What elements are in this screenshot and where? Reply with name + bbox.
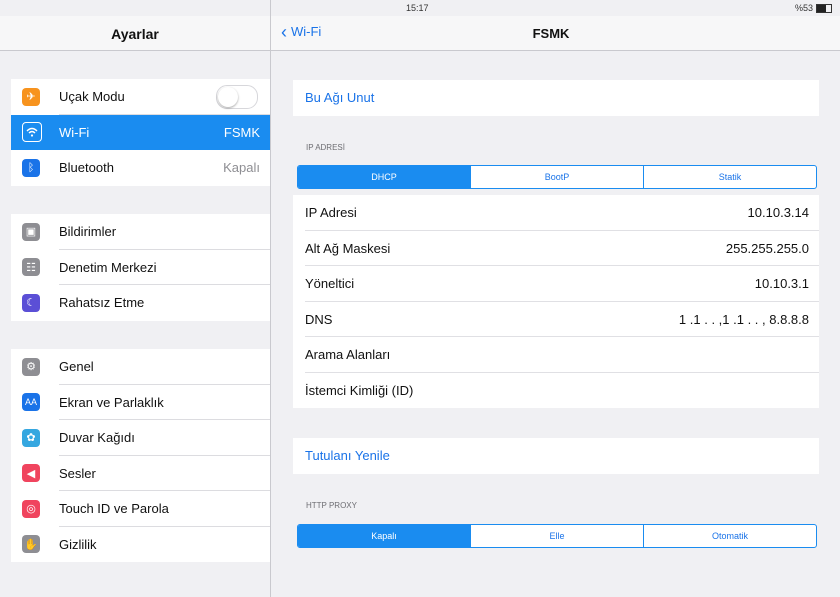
sidebar-item-bluetooth[interactable]: ᛒ Bluetooth Kapalı — [11, 150, 270, 186]
sidebar-group-general: ⚙ Genel AA Ekran ve Parlaklık ✿ Duvar Ka… — [11, 349, 270, 562]
detail-header: ‹ Wi-Fi FSMK — [271, 16, 840, 51]
bluetooth-status-value: Kapalı — [223, 160, 260, 176]
sidebar-item-airplane-mode[interactable]: ✈ Uçak Modu — [11, 79, 270, 115]
sidebar-item-label: Uçak Modu — [59, 89, 125, 105]
segment-dhcp[interactable]: DHCP — [298, 166, 470, 188]
forget-network-card: Bu Ağı Unut — [293, 80, 819, 116]
sidebar-item-control-center[interactable]: ☷ Denetim Merkezi — [11, 250, 270, 285]
fingerprint-icon: ◎ — [22, 499, 40, 518]
sidebar-item-wallpaper[interactable]: ✿ Duvar Kağıdı — [11, 420, 270, 456]
forget-network-button[interactable]: Bu Ağı Unut — [293, 80, 819, 116]
forget-network-label: Bu Ağı Unut — [305, 90, 375, 106]
segment-proxy-auto[interactable]: Otomatik — [643, 525, 816, 547]
sidebar-item-label: Bildirimler — [59, 224, 117, 240]
gear-icon: ⚙ — [22, 357, 40, 376]
search-domains-label: Arama Alanları — [305, 347, 391, 363]
ip-details-card: IP Adresi 10.10.3.14 Alt Ağ Maskesi 255.… — [293, 195, 819, 408]
battery-percent: %53 — [794, 3, 813, 13]
sidebar-item-label: Bluetooth — [59, 160, 114, 176]
sidebar-item-do-not-disturb[interactable]: ☾ Rahatsız Etme — [11, 285, 270, 321]
ip-address-label: IP Adresi — [305, 205, 357, 221]
proxy-mode-segmented-control[interactable]: Kapalı Elle Otomatik — [297, 524, 817, 548]
sidebar-item-privacy[interactable]: ✋ Gizlilik — [11, 527, 270, 563]
sidebar-title: Ayarlar — [111, 26, 159, 42]
ip-address-row: IP Adresi 10.10.3.14 — [293, 195, 819, 231]
clock: 15:17 — [406, 3, 429, 13]
ip-mode-segmented-control[interactable]: DHCP BootP Statik — [297, 165, 817, 189]
sidebar-item-label: Gizlilik — [59, 536, 97, 552]
sidebar-item-display-brightness[interactable]: AA Ekran ve Parlaklık — [11, 385, 270, 420]
proxy-section-title: HTTP PROXY — [306, 501, 357, 510]
dns-row[interactable]: DNS 1 .1 . . ,1 .1 . . , 8.8.8.8 — [293, 302, 819, 337]
sidebar-item-sounds[interactable]: ◀ Sesler — [11, 456, 270, 491]
sidebar-item-label: Duvar Kağıdı — [59, 430, 135, 446]
wifi-icon — [22, 122, 42, 143]
airplane-icon: ✈ — [22, 87, 40, 106]
router-row: Yöneltici 10.10.3.1 — [293, 266, 819, 302]
control-center-icon: ☷ — [22, 258, 40, 277]
renew-lease-button[interactable]: Tutulanı Yenile — [293, 438, 819, 474]
sidebar-item-label: Sesler — [59, 465, 96, 481]
segment-static[interactable]: Statik — [643, 166, 816, 188]
sidebar-item-label: Rahatsız Etme — [59, 295, 145, 311]
battery-icon — [816, 3, 832, 13]
sidebar-group-notifications: ▣ Bildirimler ☷ Denetim Merkezi ☾ Rahats… — [11, 214, 270, 321]
subnet-mask-label: Alt Ağ Maskesi — [305, 240, 391, 256]
dns-label: DNS — [305, 311, 333, 327]
ip-address-value: 10.10.3.14 — [747, 205, 809, 221]
page-title: FSMK — [532, 26, 570, 41]
sidebar-item-label: Denetim Merkezi — [59, 259, 157, 275]
client-id-row[interactable]: İstemci Kimliği (ID) — [293, 373, 819, 409]
sidebar-header: Ayarlar — [0, 16, 270, 51]
display-icon: AA — [22, 393, 40, 412]
subnet-mask-value: 255.255.255.0 — [725, 240, 809, 256]
segment-proxy-manual[interactable]: Elle — [470, 525, 643, 547]
moon-icon: ☾ — [22, 293, 40, 312]
sidebar-item-label: Touch ID ve Parola — [59, 501, 169, 517]
airplane-mode-toggle[interactable] — [216, 84, 258, 109]
sidebar-item-label: Ekran ve Parlaklık — [59, 394, 164, 410]
sidebar-item-notifications[interactable]: ▣ Bildirimler — [11, 214, 270, 250]
battery-indicator: %53 — [795, 3, 832, 13]
bluetooth-icon: ᛒ — [22, 158, 40, 177]
segment-proxy-off[interactable]: Kapalı — [298, 525, 470, 547]
hand-icon: ✋ — [22, 535, 40, 554]
sidebar-item-wifi[interactable]: Wi-Fi FSMK — [11, 114, 270, 150]
subnet-mask-row: Alt Ağ Maskesi 255.255.255.0 — [293, 231, 819, 266]
notifications-icon: ▣ — [22, 222, 40, 241]
dns-value: 1 .1 . . ,1 .1 . . , 8.8.8.8 — [678, 311, 809, 327]
ip-section-title: IP ADRESİ — [306, 143, 345, 152]
settings-sidebar: Ayarlar ✈ Uçak Modu Wi-Fi FSMK ᛒ Bluetoo… — [0, 0, 271, 597]
sidebar-item-touch-id[interactable]: ◎ Touch ID ve Parola — [11, 491, 270, 527]
client-id-label: İstemci Kimliği (ID) — [305, 382, 414, 398]
sidebar-item-label: Genel — [59, 359, 94, 375]
segment-bootp[interactable]: BootP — [470, 166, 643, 188]
speaker-icon: ◀ — [22, 464, 40, 483]
router-value: 10.10.3.1 — [754, 276, 809, 292]
renew-lease-card: Tutulanı Yenile — [293, 438, 819, 474]
wallpaper-icon: ✿ — [22, 428, 40, 447]
router-label: Yöneltici — [305, 276, 355, 292]
wifi-network-value: FSMK — [223, 124, 260, 140]
sidebar-item-label: Wi-Fi — [59, 124, 90, 140]
sidebar-group-connectivity: ✈ Uçak Modu Wi-Fi FSMK ᛒ Bluetooth Kapal… — [11, 79, 270, 186]
search-domains-row[interactable]: Arama Alanları — [293, 337, 819, 373]
renew-lease-label: Tutulanı Yenile — [305, 448, 390, 464]
sidebar-item-general[interactable]: ⚙ Genel — [11, 349, 270, 385]
